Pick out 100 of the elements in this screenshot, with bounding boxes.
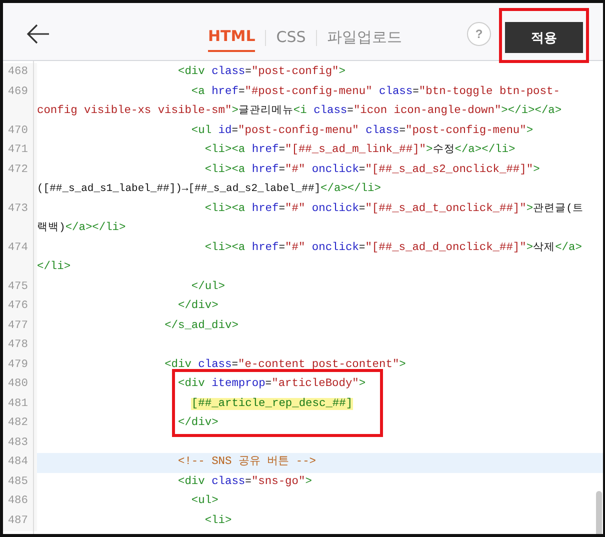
code-tag: </a> <box>555 242 582 254</box>
code-string: "#" <box>285 164 306 176</box>
code-tag: <li> <box>204 514 232 526</box>
code-tag: </div> <box>178 300 218 312</box>
code-text: = <box>265 378 272 390</box>
code-string: "icon icon-angle-down" <box>353 105 502 117</box>
code-comment: <!-- SNS 공유 버튼 --> <box>178 456 316 468</box>
editor-tab[interactable]: CSS <box>276 24 306 51</box>
code-attribute: href <box>252 164 279 176</box>
code-tag: > <box>426 144 433 156</box>
code-tag: </div> <box>178 417 218 429</box>
code-text: = <box>358 242 366 254</box>
code-attribute: id <box>218 124 232 136</box>
code-text: = <box>278 202 286 214</box>
code-tag: > <box>526 202 534 214</box>
code-attribute: class <box>212 476 246 488</box>
scrollbar-thumb[interactable] <box>596 491 602 534</box>
code-text: = <box>278 164 286 176</box>
line-number: 478 <box>3 336 37 356</box>
line-number: 472 <box>3 160 37 200</box>
line-number: 487 <box>3 512 37 531</box>
code-attribute: class <box>314 105 348 117</box>
line-number: 468 <box>3 63 37 82</box>
code-tag: </li> <box>37 261 71 273</box>
code-text: = <box>278 144 286 156</box>
code-string: "#post-config-menu" <box>244 86 372 98</box>
line-number: 477 <box>3 316 37 336</box>
code-tag: </s_ad_div> <box>164 320 238 332</box>
code-attribute: href <box>212 86 238 98</box>
code-text: = <box>232 124 238 136</box>
code-tag: <div <box>178 66 205 78</box>
line-number: 484 <box>3 453 37 472</box>
code-attribute: onclick <box>312 242 359 254</box>
code-tag: <li><a <box>204 202 246 214</box>
line-number: 480 <box>3 375 37 394</box>
code-tag: <div <box>178 378 205 390</box>
code-tag: </ul> <box>191 280 225 292</box>
code-tag: > <box>338 66 346 78</box>
line-number: 470 <box>3 122 37 141</box>
code-attribute: itemprop <box>212 378 266 390</box>
code-string: "post-config" <box>251 66 339 78</box>
code-text: = <box>358 202 366 214</box>
code-attribute: onclick <box>312 164 359 176</box>
code-tag: <i <box>293 105 307 117</box>
code-text: = <box>358 164 366 176</box>
code-string: "[##_s_ad_s2_onclick_##]" <box>365 164 534 176</box>
code-string: "[##_s_ad_m_link_##]" <box>285 144 426 156</box>
editor-tab[interactable]: 파일업로드 <box>326 24 402 52</box>
line-number: 485 <box>3 472 37 492</box>
code-tag: <ul <box>191 124 212 136</box>
code-tag: <div <box>178 476 205 488</box>
code-tag: <li><a <box>204 164 246 176</box>
line-number: 476 <box>3 297 37 316</box>
code-tag: <a <box>191 86 205 98</box>
line-number: 473 <box>3 200 37 238</box>
code-string: "#" <box>285 202 306 214</box>
code-attribute: class <box>198 358 232 370</box>
code-text: = <box>238 86 245 98</box>
code-text: 랙백) <box>37 222 66 234</box>
help-button[interactable]: ? <box>467 22 491 46</box>
line-number: 481 <box>3 394 37 414</box>
code-attribute: class <box>379 86 413 98</box>
code-tag: ></i></a> <box>501 105 562 117</box>
code-tag: <li><a <box>204 144 246 156</box>
code-text: 수정 <box>432 144 455 156</box>
code-tag: </a></li> <box>65 222 126 234</box>
line-number: 469 <box>3 82 37 122</box>
code-string: "articleBody" <box>272 378 359 390</box>
code-text: = <box>412 86 419 98</box>
code-attribute: class <box>212 66 246 78</box>
code-attribute: onclick <box>312 202 359 214</box>
code-tag: > <box>526 124 534 136</box>
code-text: = <box>232 358 238 370</box>
code-tag: <li><a <box>204 242 246 254</box>
code-string: "e-content post-content" <box>238 358 400 370</box>
line-number: 475 <box>3 278 37 297</box>
search-match: [##_article_rep_desc_##] <box>191 398 353 410</box>
code-tag: <div <box>164 358 192 370</box>
code-tag: </a></li> <box>454 144 516 156</box>
code-string: "#" <box>285 242 306 254</box>
code-text: = <box>399 124 406 136</box>
apply-button[interactable]: 적용 <box>505 22 583 53</box>
editor-tab[interactable]: HTML <box>208 23 256 52</box>
code-attribute: href <box>252 144 279 156</box>
line-number: 486 <box>3 492 37 512</box>
line-number: 482 <box>3 414 37 434</box>
code-tag: > <box>533 164 540 176</box>
back-arrow-icon[interactable] <box>26 24 50 44</box>
code-tag: > <box>232 105 238 117</box>
code-string: "sns-go" <box>251 476 306 488</box>
code-text: 글관리메뉴 <box>238 105 294 117</box>
code-text: = <box>245 476 252 488</box>
code-tag: > <box>305 476 312 488</box>
code-attribute: class <box>366 124 400 136</box>
code-text: ([##_s_ad_s1_label_##])→[##_s_ad_s2_label_##] <box>37 183 321 195</box>
code-text: = <box>347 105 354 117</box>
code-string: config visible-xs visible-sm" <box>37 105 232 117</box>
code-string: "[##_s_ad_t_onclick_##]" <box>365 202 526 214</box>
code-tag: > <box>358 378 366 390</box>
line-number: 483 <box>3 434 37 453</box>
